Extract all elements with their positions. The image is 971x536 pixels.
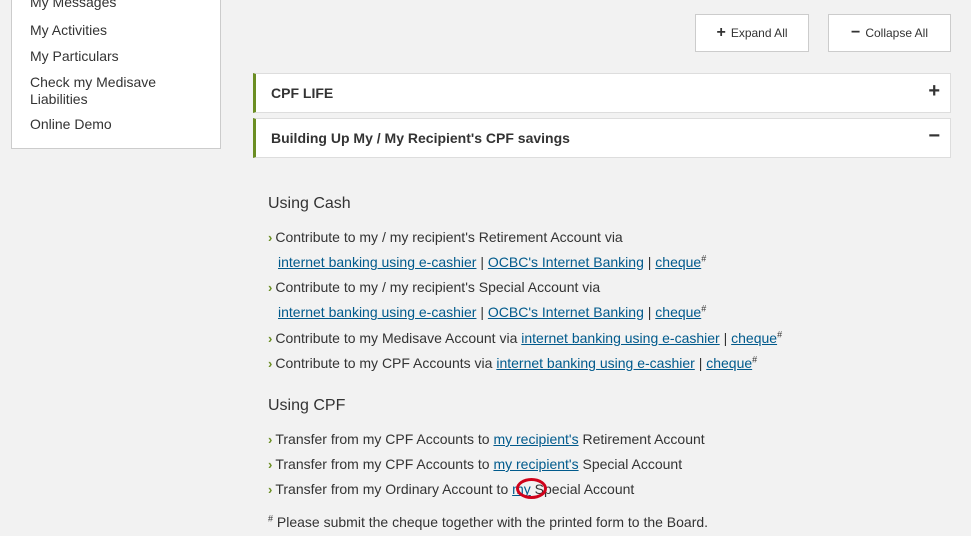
accordion-title: CPF LIFE (271, 85, 334, 101)
ecashier-link[interactable]: internet banking using e-cashier (278, 304, 476, 320)
accordion-building-up-cpf-savings[interactable]: Building Up My / My Recipient's CPF savi… (253, 118, 951, 158)
sidebar-menu: My Messages My Activities My Particulars… (11, 0, 221, 149)
accordion-cpf-life[interactable]: CPF LIFE + (253, 73, 951, 113)
chevron-right-icon: › (268, 230, 273, 245)
collapse-all-button[interactable]: − Collapse All (828, 14, 951, 52)
sidebar-item-my-activities[interactable]: My Activities (30, 22, 210, 39)
cheque-link[interactable]: cheque (731, 330, 777, 346)
my-recipients-link[interactable]: my recipient's (493, 431, 578, 447)
list-item: › Contribute to my / my recipient's Retir… (268, 229, 623, 245)
chevron-right-icon: › (268, 457, 273, 472)
list-item-links: internet banking using e-cashier | OCBC'… (278, 253, 707, 270)
cheque-link[interactable]: cheque (706, 355, 752, 371)
highlight-circle (516, 478, 547, 499)
expand-all-button[interactable]: + Expand All (695, 14, 809, 52)
ecashier-link[interactable]: internet banking using e-cashier (496, 355, 694, 371)
sidebar-item-check-medisave-liabilities[interactable]: Check my Medisave Liabilities (30, 74, 210, 108)
sidebar-item-online-demo[interactable]: Online Demo (30, 116, 210, 133)
list-item-links: internet banking using e-cashier | OCBC'… (278, 303, 707, 320)
collapse-all-label: Collapse All (865, 26, 929, 40)
collapse-icon[interactable]: − (928, 125, 940, 147)
chevron-right-icon: › (268, 331, 273, 346)
ecashier-link[interactable]: internet banking using e-cashier (521, 330, 719, 346)
list-item: › Transfer from my Ordinary Account to my… (268, 481, 635, 497)
using-cash-heading: Using Cash (268, 195, 351, 212)
sidebar-item-my-messages[interactable]: My Messages (30, 0, 210, 11)
list-item: › Contribute to my Medisave Account via i… (268, 329, 783, 346)
expand-icon[interactable]: + (928, 80, 940, 102)
plus-icon: + (716, 24, 726, 41)
my-recipients-link[interactable]: my recipient's (493, 456, 578, 472)
list-item: › Contribute to my CPF Accounts via inter… (268, 354, 758, 371)
list-item: › Transfer from my CPF Accounts to my rec… (268, 456, 683, 472)
using-cpf-heading: Using CPF (268, 397, 346, 414)
expand-all-label: Expand All (730, 26, 788, 40)
minus-icon: − (850, 24, 861, 41)
ocbc-link[interactable]: OCBC's Internet Banking (488, 304, 644, 320)
cheque-link[interactable]: cheque (655, 304, 701, 320)
chevron-right-icon: › (268, 356, 273, 371)
accordion-title: Building Up My / My Recipient's CPF savi… (271, 130, 570, 146)
list-item: › Contribute to my / my recipient's Speci… (268, 279, 601, 295)
chevron-right-icon: › (268, 432, 273, 447)
chevron-right-icon: › (268, 482, 273, 497)
chevron-right-icon: › (268, 280, 273, 295)
sidebar-item-my-particulars[interactable]: My Particulars (30, 48, 210, 65)
cheque-link[interactable]: cheque (655, 254, 701, 270)
ecashier-link[interactable]: internet banking using e-cashier (278, 254, 476, 270)
footnote: # Please submit the cheque together with… (268, 513, 709, 530)
list-item: › Transfer from my CPF Accounts to my rec… (268, 431, 705, 447)
ocbc-link[interactable]: OCBC's Internet Banking (488, 254, 644, 270)
